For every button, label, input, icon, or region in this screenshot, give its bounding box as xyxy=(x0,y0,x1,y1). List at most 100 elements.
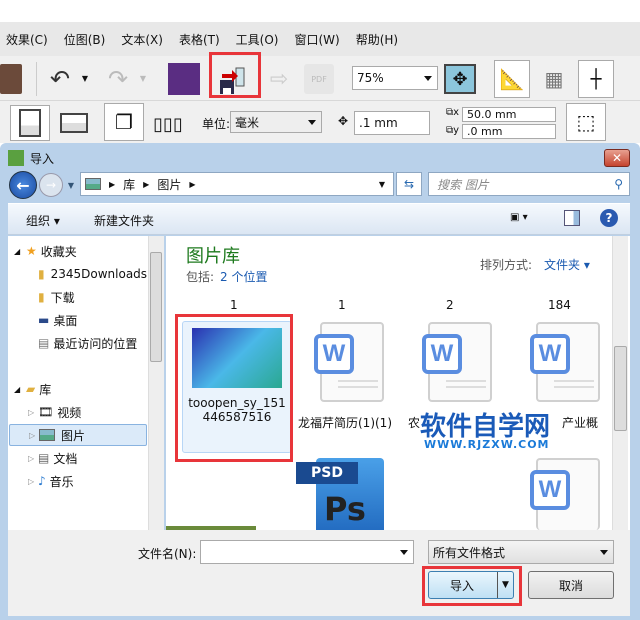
file-type-select[interactable]: 所有文件格式 xyxy=(428,540,614,564)
word-document-icon: W xyxy=(530,322,600,402)
publish-pdf-icon[interactable]: PDF xyxy=(304,64,334,94)
navigation-pane: ◢ ★ 收藏夹 ▮ 2345Downloads ▮ 下载 ▬ 桌面 ▤ 最近访问的位置 ◢ ▰… xyxy=(8,236,164,530)
help-icon[interactable]: ? xyxy=(600,209,618,227)
landscape-icon[interactable] xyxy=(56,105,92,141)
all-pages-icon[interactable]: ❐ xyxy=(104,103,144,141)
import-highlight xyxy=(209,52,261,98)
import-dialog: 导入 ✕ ← → ▼ ▶ 库 ▶ 图片 ▶ ▼ ⇆ 搜索 图片 ⚲ 组织 ▾ 新建… xyxy=(0,143,640,620)
nav-recent-places[interactable]: ▤ 最近访问的位置 xyxy=(38,332,163,354)
command-bar: 组织 ▾ 新建文件夹 ▣ ▾ ? xyxy=(8,203,630,235)
dialog-footer: 文件名(N): 所有文件格式 导入 ▼ 取消 xyxy=(8,530,630,616)
menu-help[interactable]: 帮助(H) xyxy=(356,31,398,48)
zoom-level-select[interactable]: 75% xyxy=(352,66,438,90)
content-scrollbar[interactable] xyxy=(612,236,628,530)
nav-2345downloads[interactable]: ▮ 2345Downloads xyxy=(38,263,150,285)
cancel-button[interactable]: 取消 xyxy=(528,571,614,599)
import-button-highlight xyxy=(422,566,522,606)
downloads-folder-icon: ▮ xyxy=(38,290,45,304)
breadcrumb-pictures[interactable]: 图片 xyxy=(157,176,181,193)
portrait-icon[interactable] xyxy=(10,105,50,141)
redo-icon[interactable]: ↷ xyxy=(104,65,132,93)
full-screen-preview-icon[interactable]: ✥ xyxy=(444,64,476,94)
recent-places-icon: ▤ xyxy=(38,336,50,350)
new-folder-button[interactable]: 新建文件夹 xyxy=(94,212,154,229)
menu-tools[interactable]: 工具(O) xyxy=(236,31,279,48)
item-count: 2 xyxy=(446,298,454,312)
preview-pane-icon[interactable] xyxy=(564,210,580,226)
standard-toolbar: ↶ ▼ ↷ ▼ ⇨ PDF 75% ✥ 📐 ▦ ┼ xyxy=(0,52,640,101)
nav-documents[interactable]: ▷ ▤ 文档 xyxy=(28,447,168,469)
filename-label: 文件名(N): xyxy=(138,547,197,561)
dup-y-value: .0 mm xyxy=(467,125,503,138)
folder-icon: ▮ xyxy=(38,267,45,281)
corel-launcher-icon[interactable] xyxy=(168,63,200,95)
refresh-icon[interactable]: ⇆ xyxy=(396,172,422,196)
dup-x-value: 50.0 mm xyxy=(467,108,517,121)
property-bar: ❐ ▯▯▯ 单位: 毫米 ✥ .1 mm ⧉x 50.0 mm ⧉y .0 mm… xyxy=(0,101,640,143)
psd-file-icon[interactable]: PSD Ps xyxy=(296,458,388,530)
unit-value: 毫米 xyxy=(235,115,260,130)
nav-favorites[interactable]: ◢ ★ 收藏夹 xyxy=(8,240,148,262)
dup-y-icon: ⧉y xyxy=(446,125,460,136)
item-count: 1 xyxy=(338,298,346,312)
menu-window[interactable]: 窗口(W) xyxy=(294,31,339,48)
nav-music[interactable]: ▷ ♪ 音乐 xyxy=(28,470,168,492)
includes-link[interactable]: 2 个位置 xyxy=(220,268,267,285)
duplicate-y-input[interactable]: .0 mm xyxy=(462,124,556,139)
dialog-title: 导入 xyxy=(30,151,55,166)
unit-select[interactable]: 毫米 xyxy=(230,111,322,133)
app-icon xyxy=(8,150,24,166)
recent-pages-icon[interactable]: ▼ xyxy=(66,181,76,190)
dialog-titlebar: 导入 ✕ xyxy=(0,143,640,173)
undo-icon[interactable]: ↶ xyxy=(46,65,74,93)
export-icon[interactable]: ⇨ xyxy=(264,64,294,94)
search-input[interactable]: 搜索 图片 ⚲ xyxy=(428,172,630,196)
unit-label: 单位: xyxy=(202,117,231,131)
duplicate-x-input[interactable]: 50.0 mm xyxy=(462,107,556,122)
address-bar[interactable]: ▶ 库 ▶ 图片 ▶ ▼ xyxy=(80,172,394,196)
close-button[interactable]: ✕ xyxy=(604,149,630,167)
nav-pictures[interactable]: ▷ 图片 xyxy=(9,424,147,446)
file-item-resume[interactable]: W 龙福芹简历(1)(1) xyxy=(290,322,400,442)
nav-videos[interactable]: ▷ 🎞 视频 xyxy=(28,401,168,423)
forward-button[interactable]: → xyxy=(39,173,63,197)
view-options-icon[interactable]: ▣ ▾ xyxy=(510,212,528,223)
pictures-icon xyxy=(85,178,101,190)
desktop-icon: ▬ xyxy=(38,313,50,327)
menu-bitmaps[interactable]: 位图(B) xyxy=(64,31,106,48)
watermark-url: WWW.RJZXW.COM xyxy=(424,438,550,451)
undo-dropdown-icon[interactable]: ▼ xyxy=(80,72,90,84)
show-guidelines-icon[interactable]: ┼ xyxy=(578,60,614,98)
menu-table[interactable]: 表格(T) xyxy=(179,31,220,48)
address-dropdown-icon[interactable]: ▼ xyxy=(379,180,385,189)
filename-input[interactable] xyxy=(200,540,414,564)
item-count: 1 xyxy=(230,298,238,312)
zoom-value: 75% xyxy=(357,71,384,85)
show-grid-icon[interactable]: ▦ xyxy=(536,62,572,96)
nudge-icon: ✥ xyxy=(337,114,349,128)
file-list: 图片库 包括: 2 个位置 排列方式: 文件夹 ▾ 1 1 2 184 tooo… xyxy=(166,236,630,530)
arrange-label: 排列方式: xyxy=(480,258,533,272)
nudge-value: .1 mm xyxy=(359,116,398,130)
nudge-distance-input[interactable]: .1 mm xyxy=(354,111,430,135)
word-document-icon: W xyxy=(314,322,384,402)
nav-libraries[interactable]: ◢ ▰ 库 xyxy=(8,378,148,400)
redo-dropdown-icon[interactable]: ▼ xyxy=(138,72,148,84)
library-icon: ▰ xyxy=(26,382,36,396)
menu-text[interactable]: 文本(X) xyxy=(121,31,163,48)
selected-file-highlight xyxy=(175,314,293,462)
arrange-select[interactable]: 文件夹 ▾ xyxy=(544,256,590,273)
back-button[interactable]: ← xyxy=(9,171,37,199)
menu-effects[interactable]: 效果(C) xyxy=(6,31,48,48)
treat-as-filled-icon[interactable]: ⬚ xyxy=(566,103,606,141)
search-placeholder: 搜索 图片 xyxy=(437,177,489,192)
show-rulers-icon[interactable]: 📐 xyxy=(494,60,530,98)
word-document-icon[interactable]: W xyxy=(530,458,600,530)
breadcrumb-libraries[interactable]: 库 xyxy=(123,176,135,193)
word-document-icon: W xyxy=(422,322,492,402)
nav-scrollbar[interactable] xyxy=(148,236,164,530)
organize-button[interactable]: 组织 ▾ xyxy=(26,212,60,229)
pictures-icon xyxy=(39,429,55,441)
current-page-icon[interactable]: ▯▯▯ xyxy=(150,107,186,141)
paste-icon[interactable] xyxy=(0,64,22,94)
